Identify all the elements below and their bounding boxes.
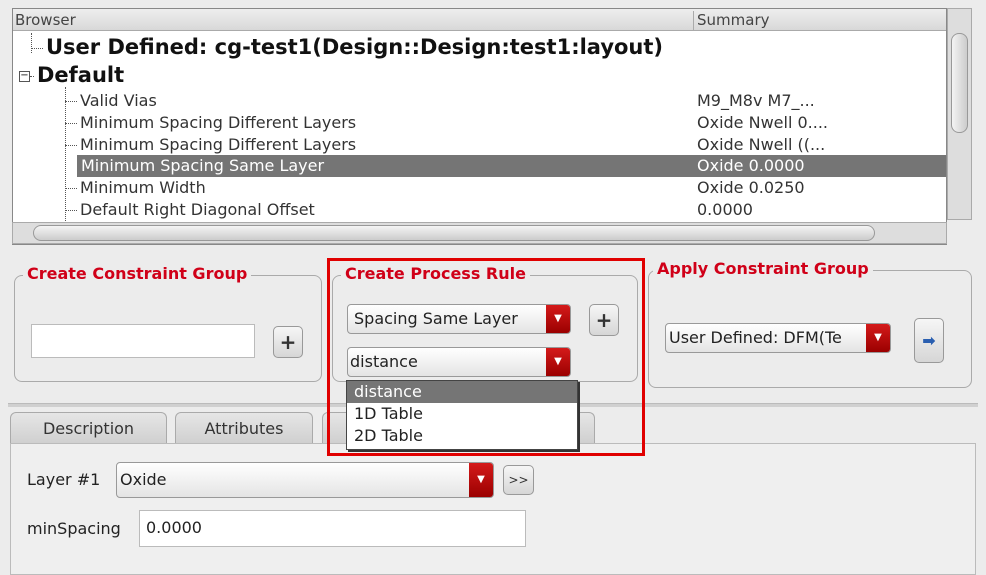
tab-description[interactable]: Description [10, 412, 167, 444]
item-summary: Oxide Nwell ((... [697, 135, 826, 154]
tree-node-default[interactable]: − Default [13, 64, 946, 86]
group-title: Create Constraint Group [23, 264, 252, 283]
subtype-dropdown-list[interactable]: distance 1D Table 2D Table [346, 380, 578, 450]
item-summary: Oxide Nwell 0.... [697, 113, 828, 132]
column-summary[interactable]: Summary [693, 11, 770, 31]
option-distance[interactable]: distance [347, 381, 577, 403]
plus-icon: + [279, 330, 297, 354]
constraint-group-name-input[interactable] [31, 324, 255, 358]
tree-item[interactable]: Minimum Spacing Different Layers Oxide Nw… [13, 112, 946, 134]
add-process-rule-button[interactable]: + [589, 304, 619, 336]
group-title: Create Process Rule [341, 264, 530, 283]
item-label: Minimum Width [80, 178, 206, 197]
attributes-panel: Layer #1 Oxide ▼ >> minSpacing 0.0000 [10, 443, 976, 575]
arrow-right-icon: ➡ [922, 331, 936, 350]
tree-item[interactable]: Minimum Width Oxide 0.0250 [13, 177, 946, 199]
add-constraint-group-button[interactable]: + [273, 326, 303, 358]
create-process-rule-box: Create Process Rule Spacing Same Layer ▼ … [332, 264, 638, 382]
node-label: User Defined: cg-test1(Design::Design:te… [46, 35, 664, 59]
constraint-browser-tree[interactable]: Browser Summary User Defined: cg-test1(D… [12, 8, 947, 245]
item-summary: M9_M8v M7_... [697, 91, 815, 110]
tree-item[interactable]: Default Right Diagonal Offset 0.0000 [13, 199, 946, 221]
rule-subtype-select[interactable]: distance ▼ [347, 347, 571, 377]
item-label: Minimum Spacing Different Layers [80, 113, 357, 132]
group-title: Apply Constraint Group [653, 259, 873, 278]
tree-item-selected[interactable]: Minimum Spacing Same Layer Oxide 0.0000 [77, 155, 946, 177]
create-constraint-group-box: Create Constraint Group + [14, 264, 322, 382]
tree-header: Browser Summary [13, 9, 946, 31]
item-summary: Oxide 0.0250 [697, 178, 805, 197]
layer-select[interactable]: Oxide ▼ [116, 462, 494, 498]
chevron-down-icon: ▼ [546, 348, 570, 376]
more-layers-button[interactable]: >> [503, 465, 534, 495]
tree-node-user-defined[interactable]: User Defined: cg-test1(Design::Design:te… [13, 36, 946, 58]
select-value: User Defined: DFM(Te [669, 328, 842, 347]
chevron-down-icon: ▼ [546, 305, 570, 333]
scroll-thumb[interactable] [951, 33, 968, 133]
item-label: Default Right Diagonal Offset [80, 200, 315, 219]
option-1d-table[interactable]: 1D Table [347, 403, 577, 425]
chevron-down-icon: ▼ [469, 463, 493, 497]
plus-icon: + [595, 308, 613, 332]
item-summary: Oxide 0.0000 [697, 156, 805, 175]
item-label: Minimum Spacing Different Layers [80, 135, 357, 154]
layer-label: Layer #1 [27, 470, 101, 489]
column-browser[interactable]: Browser [15, 11, 76, 29]
chevron-down-icon: ▼ [866, 324, 890, 352]
option-2d-table[interactable]: 2D Table [347, 425, 577, 447]
item-label: Valid Vias [80, 91, 157, 110]
horizontal-scrollbar[interactable] [12, 222, 947, 244]
apply-group-select[interactable]: User Defined: DFM(Te ▼ [665, 323, 891, 353]
item-summary: 0.0000 [697, 200, 753, 219]
apply-button[interactable]: ➡ [914, 318, 944, 363]
min-spacing-label: minSpacing [27, 519, 121, 538]
tree-item[interactable]: Valid Vias M9_M8v M7_... [13, 90, 946, 112]
scroll-thumb[interactable] [33, 225, 875, 241]
node-label: Default [37, 63, 125, 87]
tab-attributes[interactable]: Attributes [175, 412, 313, 444]
select-value: Oxide [120, 470, 167, 489]
select-value: distance [350, 352, 418, 371]
apply-constraint-group-box: Apply Constraint Group User Defined: DFM… [648, 259, 972, 388]
collapse-icon[interactable]: − [19, 70, 30, 82]
select-value: Spacing Same Layer [354, 309, 518, 328]
item-label: Minimum Spacing Same Layer [81, 156, 325, 175]
vertical-scrollbar[interactable] [947, 8, 972, 220]
tree-item[interactable]: Minimum Spacing Different Layers Oxide Nw… [13, 134, 946, 156]
min-spacing-input[interactable]: 0.0000 [139, 510, 526, 547]
rule-type-select[interactable]: Spacing Same Layer ▼ [347, 304, 571, 334]
